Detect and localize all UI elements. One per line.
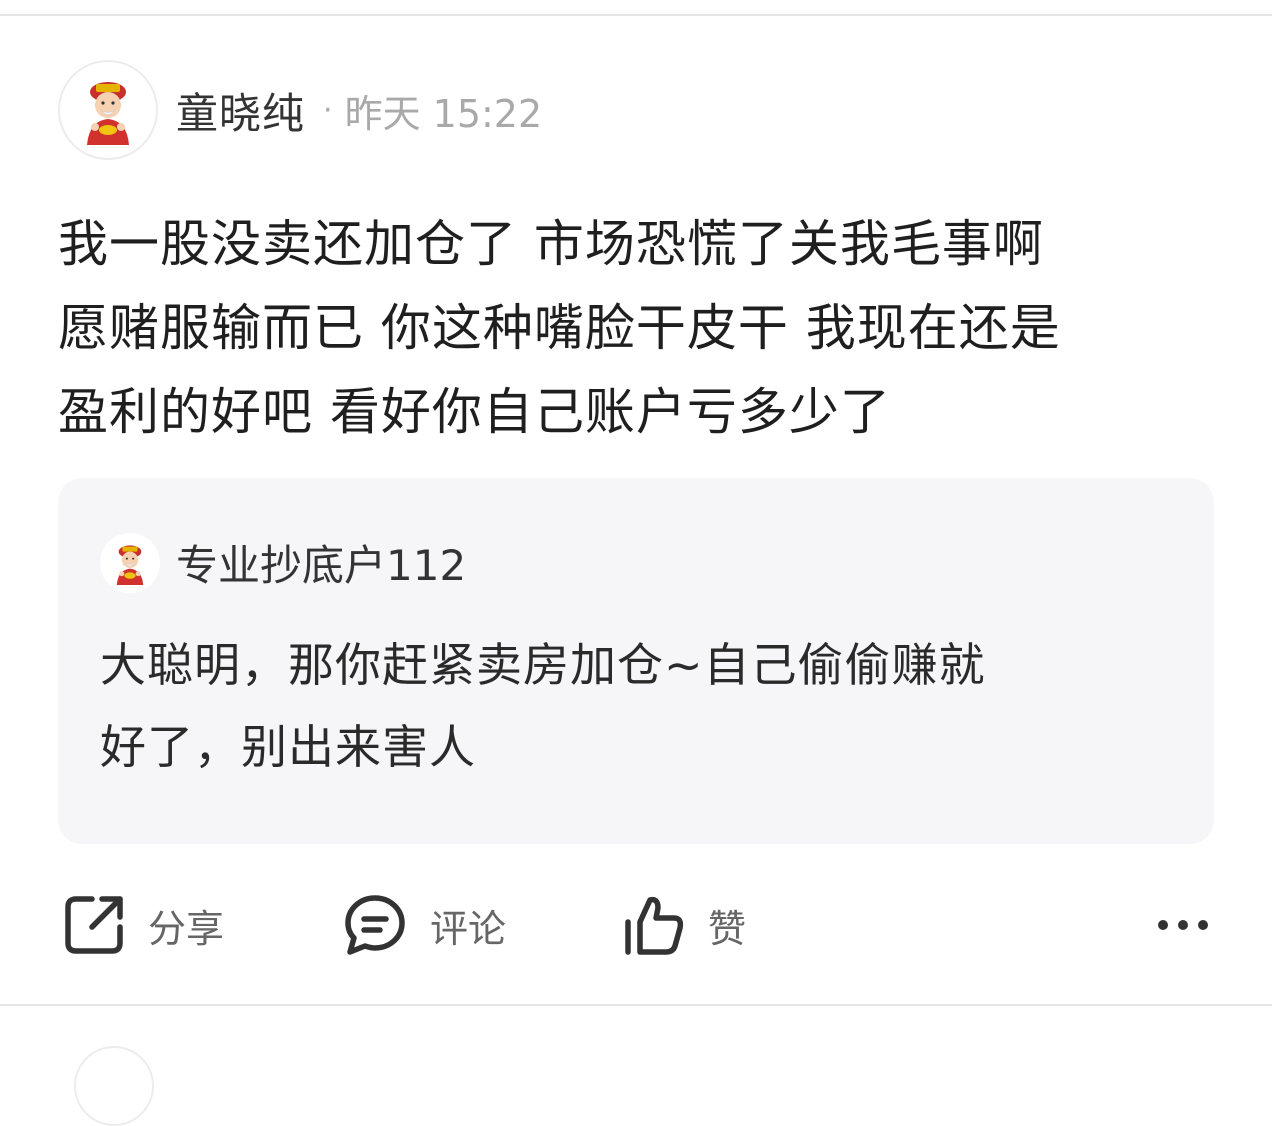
quoted-comment-body: 大聪明，那你赶紧卖房加仓~自己偷偷赚就 好了，别出来害人 (100, 638, 986, 774)
next-post-avatar[interactable] (74, 1046, 154, 1126)
post-body: 我一股没卖还加仓了 市场恐慌了关我毛事啊 愿赌服输而已 你这种嘴脸干皮干 我现在… (58, 215, 1061, 441)
like-button[interactable]: 赞 (620, 890, 746, 960)
post-time: 昨天 15:22 (344, 91, 543, 136)
quoted-author-name[interactable]: 专业抄底户112 (176, 532, 466, 593)
top-divider (0, 14, 1272, 16)
author-name[interactable]: 童晓纯 (176, 80, 305, 141)
more-dots-icon (1157, 916, 1209, 935)
quoted-comment-header: 专业抄底户112 (100, 532, 466, 593)
post-header: 童晓纯 · 昨天 15:22 (58, 58, 1218, 162)
meta-separator: · (323, 92, 333, 128)
comment-label: 评论 (430, 906, 507, 951)
comment-button[interactable]: 评论 (342, 890, 506, 960)
quoted-author-avatar[interactable] (100, 532, 160, 593)
comment-icon (342, 892, 408, 958)
thumbs-up-icon (620, 892, 686, 958)
share-icon (62, 893, 126, 957)
share-label: 分享 (148, 906, 225, 951)
action-bar: 分享 评论 赞 (58, 890, 1218, 960)
quoted-comment[interactable]: 专业抄底户112 大聪明，那你赶紧卖房加仓~自己偷偷赚就 好了，别出来害人 (58, 478, 1214, 844)
author-avatar[interactable] (58, 60, 158, 160)
caishen-avatar-icon (87, 82, 129, 145)
bottom-divider (0, 1004, 1272, 1006)
caishen-avatar-icon (116, 544, 144, 585)
more-button[interactable] (1148, 890, 1218, 960)
share-button[interactable]: 分享 (62, 890, 224, 960)
like-label: 赞 (708, 906, 747, 951)
post-card: 童晓纯 · 昨天 15:22 我一股没卖还加仓了 市场恐慌了关我毛事啊 愿赌服输… (58, 58, 1218, 454)
